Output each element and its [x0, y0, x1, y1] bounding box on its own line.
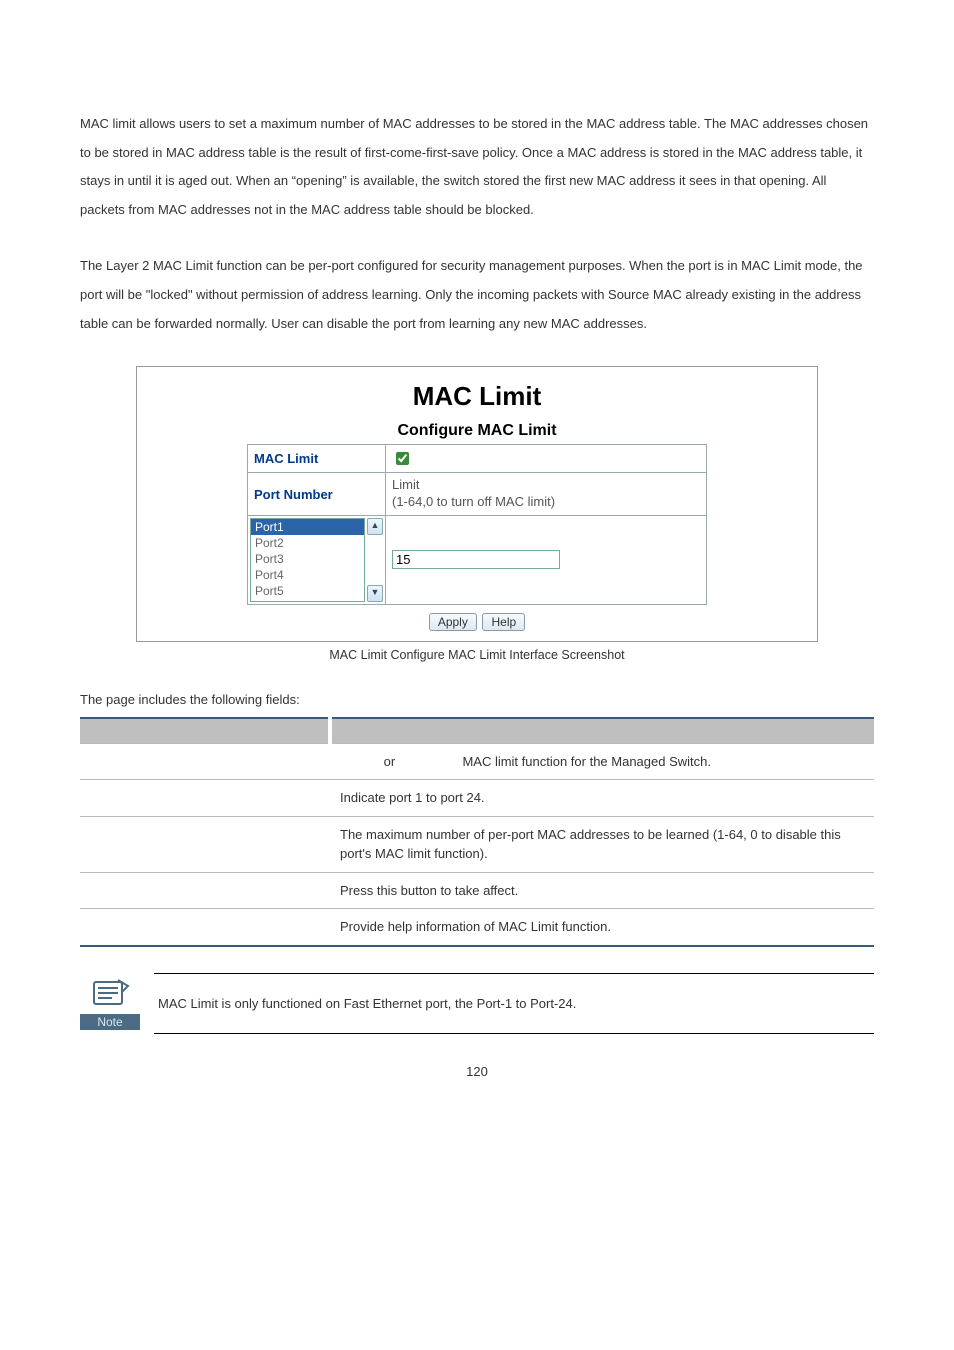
desc-or: or — [384, 754, 396, 769]
config-table: MAC Limit Port Number Limit (1-64,0 to t… — [247, 444, 707, 605]
desc-port: Indicate port 1 to port 24. — [330, 780, 874, 817]
list-item[interactable]: Port5 — [251, 583, 364, 599]
limit-hint-line1: Limit — [392, 477, 419, 492]
port-number-label: Port Number — [248, 473, 386, 516]
note-label: Note — [80, 1014, 140, 1030]
help-button[interactable]: Help — [482, 613, 525, 631]
note-text: MAC Limit is only functioned on Fast Eth… — [158, 996, 576, 1011]
desc-mac-limit: MAC limit function for the Managed Switc… — [462, 754, 711, 769]
page-number: 120 — [80, 1064, 874, 1079]
mac-limit-checkbox-cell — [386, 445, 707, 473]
scroll-down-icon[interactable]: ▼ — [367, 585, 383, 602]
list-item[interactable]: Port1 — [251, 519, 364, 535]
mac-limit-label: MAC Limit — [248, 445, 386, 473]
desc-help: Provide help information of MAC Limit fu… — [330, 909, 874, 946]
desc-limit: The maximum number of per-port MAC addre… — [330, 816, 874, 872]
panel-subtitle: Configure MAC Limit — [137, 422, 817, 440]
panel-title: MAC Limit — [137, 381, 817, 412]
desc-apply: Press this button to take affect. — [330, 872, 874, 909]
fields-intro: The page includes the following fields: — [80, 692, 874, 707]
list-item[interactable]: Port4 — [251, 567, 364, 583]
port-listbox[interactable]: Port1 Port2 Port3 Port4 Port5 — [250, 518, 365, 602]
scroll-up-icon[interactable]: ▲ — [367, 518, 383, 535]
paragraph-1: MAC limit allows users to set a maximum … — [80, 110, 874, 224]
list-item[interactable]: Port3 — [251, 551, 364, 567]
note-icon: Note — [80, 976, 140, 1030]
apply-button[interactable]: Apply — [429, 613, 477, 631]
fields-header-left — [80, 718, 330, 744]
note-block: Note MAC Limit is only functioned on Fas… — [80, 973, 874, 1034]
limit-hint-line2: (1-64,0 to turn off MAC limit) — [392, 494, 555, 509]
fields-header-right — [330, 718, 874, 744]
fields-table: or MAC limit function for the Managed Sw… — [80, 717, 874, 947]
mac-limit-checkbox[interactable] — [396, 452, 409, 465]
list-scrollbar[interactable]: ▲ ▼ — [367, 518, 383, 602]
mac-limit-panel: MAC Limit Configure MAC Limit MAC Limit … — [136, 366, 818, 642]
figure-caption: MAC Limit Configure MAC Limit Interface … — [80, 648, 874, 662]
list-item[interactable]: Port2 — [251, 535, 364, 551]
limit-input[interactable] — [392, 550, 560, 569]
intro-paragraphs: MAC limit allows users to set a maximum … — [80, 110, 874, 338]
paragraph-2: The Layer 2 MAC Limit function can be pe… — [80, 252, 874, 338]
limit-hint: Limit (1-64,0 to turn off MAC limit) — [386, 473, 707, 516]
